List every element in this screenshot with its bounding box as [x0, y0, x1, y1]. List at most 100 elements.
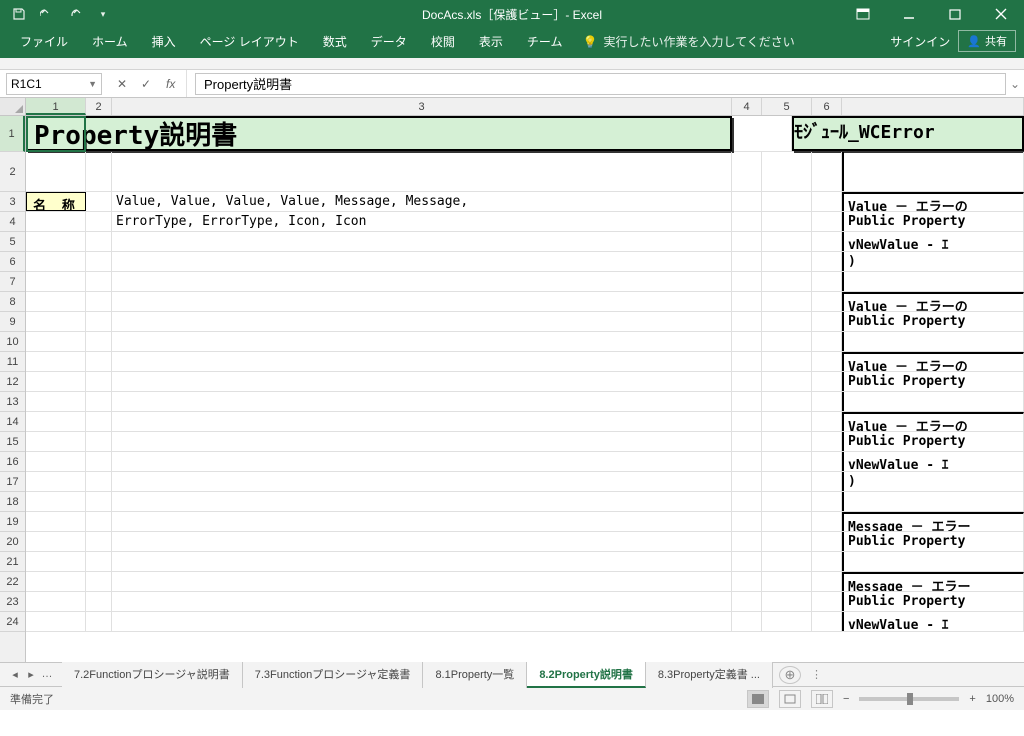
cell-r19c4[interactable]: [732, 512, 762, 531]
side-cell-r6[interactable]: ): [842, 252, 1024, 271]
name-box-dropdown-icon[interactable]: ▼: [88, 79, 97, 89]
cell-r18c1[interactable]: [26, 492, 86, 511]
side-cell-r14[interactable]: Value － エラーの: [842, 412, 1024, 431]
cell-r24c4[interactable]: [732, 612, 762, 631]
side-cell-r16[interactable]: vNewValue - ｴ: [842, 452, 1024, 471]
main-title-cell[interactable]: Property説明書: [26, 116, 732, 151]
cell-r9c6[interactable]: [812, 312, 842, 331]
cell-r24c3[interactable]: [112, 612, 732, 631]
cell-r10c4[interactable]: [732, 332, 762, 351]
view-pagebreak-icon[interactable]: [811, 690, 833, 708]
cell-r7c4[interactable]: [732, 272, 762, 291]
cell-r2c4[interactable]: [732, 152, 762, 191]
row-header-8[interactable]: 8: [0, 292, 25, 312]
cell-r6c6[interactable]: [812, 252, 842, 271]
cell-r5c5[interactable]: [762, 232, 812, 251]
cell-r5c4[interactable]: [732, 232, 762, 251]
row-header-24[interactable]: 24: [0, 612, 25, 632]
side-cell-r8[interactable]: Value － エラーの: [842, 292, 1024, 311]
cell-r22c5[interactable]: [762, 572, 812, 591]
cell-r7c5[interactable]: [762, 272, 812, 291]
side-title-cell[interactable]: ﾓｼﾞｭｰﾙ_WCError: [792, 116, 1024, 151]
cell-r8c2[interactable]: [86, 292, 112, 311]
cell-r14c3[interactable]: [112, 412, 732, 431]
fx-icon[interactable]: fx: [160, 77, 180, 91]
cell-r9c3[interactable]: [112, 312, 732, 331]
cell-r20c2[interactable]: [86, 532, 112, 551]
cell-r17c4[interactable]: [732, 472, 762, 491]
ribbon-tab-view[interactable]: 表示: [467, 27, 515, 58]
undo-icon[interactable]: [34, 3, 60, 25]
cell-r4c1[interactable]: [26, 212, 86, 231]
cell-r12c6[interactable]: [812, 372, 842, 391]
cell-r7c6[interactable]: [812, 272, 842, 291]
side-cell-r21[interactable]: [842, 552, 1024, 571]
cell-r11c1[interactable]: [26, 352, 86, 371]
cell-r10c5[interactable]: [762, 332, 812, 351]
side-cell-r5[interactable]: vNewValue - ｴ: [842, 232, 1024, 251]
col-header-6[interactable]: 6: [812, 98, 842, 115]
side-cell-r11[interactable]: Value － エラーの: [842, 352, 1024, 371]
ribbon-options-icon[interactable]: [840, 0, 886, 28]
cell-r22c2[interactable]: [86, 572, 112, 591]
cell-r24c2[interactable]: [86, 612, 112, 631]
side-cell-r15[interactable]: Public Property: [842, 432, 1024, 451]
redo-icon[interactable]: [62, 3, 88, 25]
row-header-16[interactable]: 16: [0, 452, 25, 472]
tell-me[interactable]: 💡 実行したい作業を入力してください: [582, 33, 794, 58]
formula-input[interactable]: Property説明書: [195, 73, 1006, 95]
cell-r8c4[interactable]: [732, 292, 762, 311]
row-header-6[interactable]: 6: [0, 252, 25, 272]
cell-r22c3[interactable]: [112, 572, 732, 591]
cell-r14c1[interactable]: [26, 412, 86, 431]
cell-r7c2[interactable]: [86, 272, 112, 291]
side-cell-r7[interactable]: [842, 272, 1024, 291]
cell-r17c6[interactable]: [812, 472, 842, 491]
cell-r21c4[interactable]: [732, 552, 762, 571]
cell-r12c2[interactable]: [86, 372, 112, 391]
cell-r21c5[interactable]: [762, 552, 812, 571]
row-header-23[interactable]: 23: [0, 592, 25, 612]
cell-r21c1[interactable]: [26, 552, 86, 571]
cell-r16c4[interactable]: [732, 452, 762, 471]
row-header-5[interactable]: 5: [0, 232, 25, 252]
cell-r6c4[interactable]: [732, 252, 762, 271]
cell-r23c1[interactable]: [26, 592, 86, 611]
cell-r18c2[interactable]: [86, 492, 112, 511]
cell-r16c1[interactable]: [26, 452, 86, 471]
cell-r12c3[interactable]: [112, 372, 732, 391]
cell-r24c6[interactable]: [812, 612, 842, 631]
cell-r11c5[interactable]: [762, 352, 812, 371]
row-header-15[interactable]: 15: [0, 432, 25, 452]
cell-r9c5[interactable]: [762, 312, 812, 331]
cell-r19c2[interactable]: [86, 512, 112, 531]
cell-r4c5[interactable]: [762, 212, 812, 231]
col-header-2[interactable]: 2: [86, 98, 112, 115]
col-header-1[interactable]: 1: [26, 98, 86, 115]
side-cell-r13[interactable]: [842, 392, 1024, 411]
cell-r5c2[interactable]: [86, 232, 112, 251]
sheet-tab-menu-icon[interactable]: ⋮: [811, 668, 822, 681]
row-header-4[interactable]: 4: [0, 212, 25, 232]
cell-r6c5[interactable]: [762, 252, 812, 271]
cell-r11c4[interactable]: [732, 352, 762, 371]
side-cell-r18[interactable]: [842, 492, 1024, 511]
col-header-3[interactable]: 3: [112, 98, 732, 115]
ribbon-tab-file[interactable]: ファイル: [8, 27, 80, 58]
cell-r4c6[interactable]: [812, 212, 842, 231]
cell-r2c1[interactable]: [26, 152, 86, 191]
cell-r12c5[interactable]: [762, 372, 812, 391]
maximize-icon[interactable]: [932, 0, 978, 28]
sheet-tab-4[interactable]: 8.3Property定義書 ...: [646, 662, 773, 688]
cell-r5c6[interactable]: [812, 232, 842, 251]
select-all-corner[interactable]: [0, 98, 26, 115]
cell-grid[interactable]: Property説明書ﾓｼﾞｭｰﾙ_WCError名 称Value, Value…: [26, 116, 1024, 662]
cell-r14c4[interactable]: [732, 412, 762, 431]
row-header-18[interactable]: 18: [0, 492, 25, 512]
cell-r16c3[interactable]: [112, 452, 732, 471]
cell-r6c1[interactable]: [26, 252, 86, 271]
view-normal-icon[interactable]: [747, 690, 769, 708]
cell-r23c5[interactable]: [762, 592, 812, 611]
row-header-21[interactable]: 21: [0, 552, 25, 572]
cell-r22c1[interactable]: [26, 572, 86, 591]
